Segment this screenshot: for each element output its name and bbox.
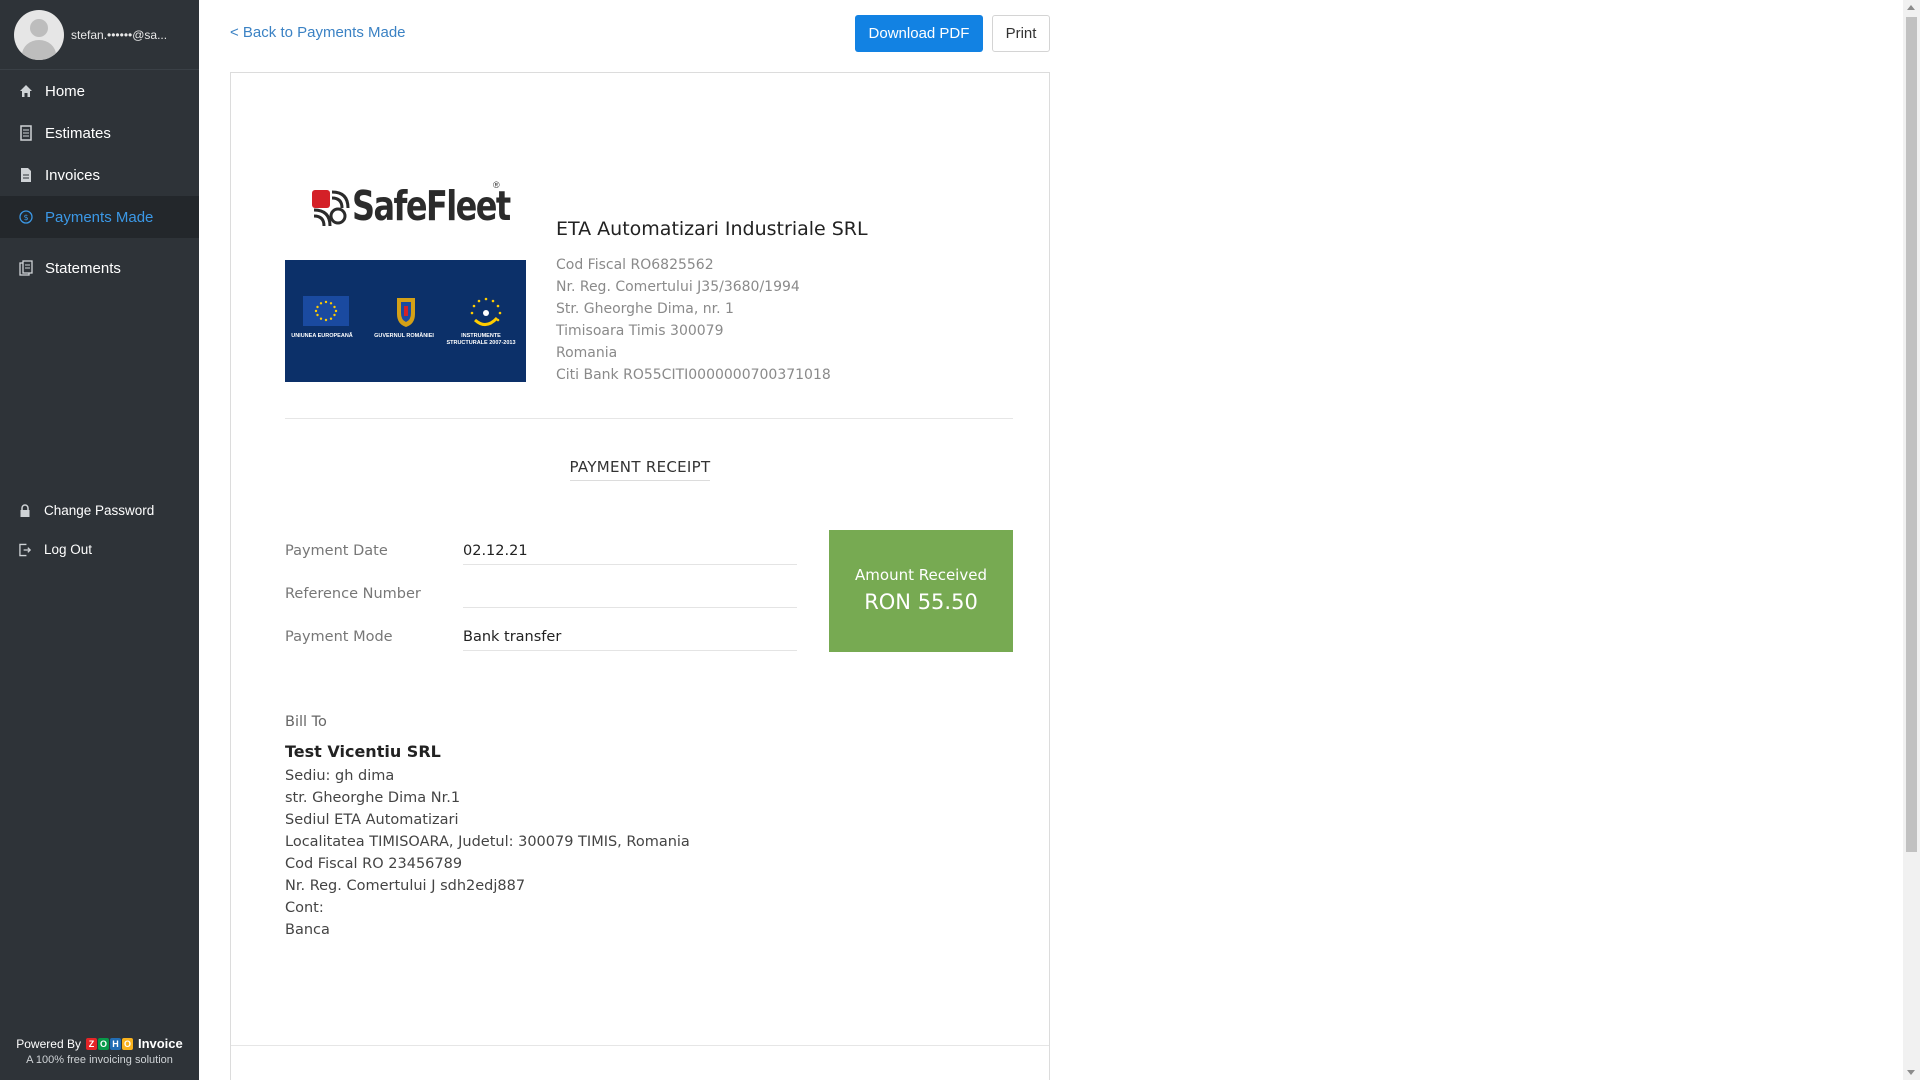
logout-icon (19, 542, 33, 558)
powered-line: Powered By ZOHO Invoice (0, 1036, 199, 1051)
bill-to-name: Test Vicentiu SRL (285, 742, 441, 761)
log-out-link[interactable]: Log Out (0, 530, 199, 569)
bill-to-line: Cont: (285, 900, 324, 916)
company-details: ETA Automatizari Industriale SRL Cod Fis… (556, 146, 868, 386)
safefleet-mark-icon (310, 186, 350, 227)
company-line: Timisoara Timis 300079 (556, 323, 724, 339)
invoices-icon (19, 167, 33, 183)
amount-received-value: RON 55.50 (864, 590, 978, 614)
document-footer-divider (231, 1045, 1049, 1046)
bill-to-section: Bill To Test Vicentiu SRL Sediu: gh dima… (285, 714, 785, 941)
sidebar-item-invoices[interactable]: Invoices (0, 154, 199, 196)
user-profile[interactable]: stefan.••••••@sa... (0, 0, 199, 70)
sidebar-item-label: Estimates (45, 124, 111, 142)
company-line: Nr. Reg. Comertului J35/3680/1994 (556, 279, 800, 295)
avatar (14, 9, 64, 60)
bill-to-line: str. Gheorghe Dima Nr.1 (285, 790, 461, 806)
statements-icon (19, 260, 33, 276)
sidebar-bottom-nav: Change Password Log Out (0, 491, 199, 569)
download-pdf-button[interactable]: Download PDF (855, 15, 983, 52)
receipt-title-text: PAYMENT RECEIPT (569, 458, 711, 481)
bill-to-line: Nr. Reg. Comertului J sdh2edj887 (285, 878, 526, 894)
sidebar-nav: Home Estimates Invoices $ Payments Made (0, 70, 199, 289)
change-password-link[interactable]: Change Password (0, 491, 199, 530)
bill-to-line: Localitatea TIMISOARA, Judetul: 300079 T… (285, 834, 690, 850)
payment-date-value: 02.12.21 (463, 543, 797, 565)
sidebar-item-statements[interactable]: Statements (0, 247, 199, 289)
home-icon (19, 83, 33, 99)
company-line: Str. Gheorghe Dima, nr. 1 (556, 301, 734, 317)
reference-number-value (463, 586, 797, 608)
government-label: GUVERNUL ROMÂNIEI (374, 333, 434, 339)
user-email: stefan.••••••@sa... (71, 27, 168, 42)
company-name: ETA Automatizari Industriale SRL (556, 218, 868, 240)
registered-mark: ® (493, 180, 500, 190)
nav-spacer (0, 238, 199, 247)
sidebar-item-home[interactable]: Home (0, 70, 199, 112)
payment-date-row: Payment Date 02.12.21 (285, 543, 797, 579)
powered-subtitle: A 100% free invoicing solution (26, 1054, 173, 1066)
company-logo-area: SafeFleet ® UNIUNEA EUROPEANĂ GUVERNUL R… (285, 176, 526, 382)
powered-by-text: Powered By (16, 1036, 81, 1051)
bill-to-line: Sediu: gh dima (285, 768, 395, 784)
company-address: Cod Fiscal RO6825562 Nr. Reg. Comertului… (556, 254, 868, 386)
scrollbar-thumb[interactable] (1906, 17, 1917, 852)
payments-icon: $ (19, 209, 33, 225)
powered-brand: Invoice (137, 1036, 183, 1051)
company-line: Cod Fiscal RO6825562 (556, 257, 714, 273)
eu-flag-icon (301, 296, 351, 331)
payment-mode-row: Payment Mode Bank transfer (285, 629, 797, 665)
print-button[interactable]: Print (992, 15, 1050, 52)
eu-label: UNIUNEA EUROPEANĂ (291, 333, 353, 339)
structural-instruments-icon (461, 296, 511, 335)
scroll-down-icon[interactable] (1907, 1070, 1915, 1075)
log-out-label: Log Out (44, 542, 93, 557)
sidebar-item-estimates[interactable]: Estimates (0, 112, 199, 154)
payment-date-label: Payment Date (285, 543, 388, 559)
section-divider (285, 418, 1013, 419)
safefleet-logo: SafeFleet ® (285, 176, 526, 236)
lock-icon (19, 503, 33, 519)
sidebar-item-label: Payments Made (45, 208, 154, 226)
structural-instruments-label: INSTRUMENTE STRUCTURALE 2007-2013 (446, 333, 516, 346)
payment-receipt-document: SafeFleet ® UNIUNEA EUROPEANĂ GUVERNUL R… (230, 72, 1050, 1080)
reference-number-row: Reference Number (285, 586, 797, 622)
payment-mode-label: Payment Mode (285, 629, 393, 645)
scroll-up-icon[interactable] (1907, 5, 1915, 10)
sidebar-item-payments-made[interactable]: $ Payments Made (0, 196, 199, 238)
zoho-logo-icon: ZOHO (85, 1037, 133, 1050)
amount-received-box: Amount Received RON 55.50 (829, 530, 1013, 652)
company-line: Romania (556, 345, 618, 361)
safefleet-logo-text: SafeFleet (351, 182, 511, 230)
company-line: Citi Bank RO55CITI0000000700371018 (556, 367, 831, 383)
sidebar-item-label: Invoices (45, 166, 101, 184)
page-scrollbar[interactable] (1903, 0, 1920, 1080)
back-to-payments-link[interactable]: < Back to Payments Made (230, 24, 406, 41)
sidebar-item-label: Home (45, 82, 86, 100)
bill-to-label: Bill To (285, 714, 327, 730)
amount-received-label: Amount Received (855, 566, 987, 584)
bill-to-line: Banca (285, 922, 330, 938)
romania-coat-of-arms-icon (381, 296, 431, 333)
change-password-label: Change Password (44, 503, 155, 518)
sidebar: stefan.••••••@sa... Home Estimates Invoi… (0, 0, 199, 1080)
estimates-icon (19, 125, 33, 141)
eu-funding-banner: UNIUNEA EUROPEANĂ GUVERNUL ROMÂNIEI INST… (285, 260, 526, 382)
powered-by[interactable]: Powered By ZOHO Invoice A 100% free invo… (0, 1036, 199, 1066)
payment-mode-value: Bank transfer (463, 629, 797, 651)
reference-number-label: Reference Number (285, 586, 421, 602)
svg-text:$: $ (23, 213, 28, 222)
bill-to-line: Cod Fiscal RO 23456789 (285, 856, 463, 872)
bill-to-line: Sediul ETA Automatizari (285, 812, 459, 828)
receipt-title: PAYMENT RECEIPT (231, 458, 1049, 481)
sidebar-item-label: Statements (45, 259, 121, 277)
